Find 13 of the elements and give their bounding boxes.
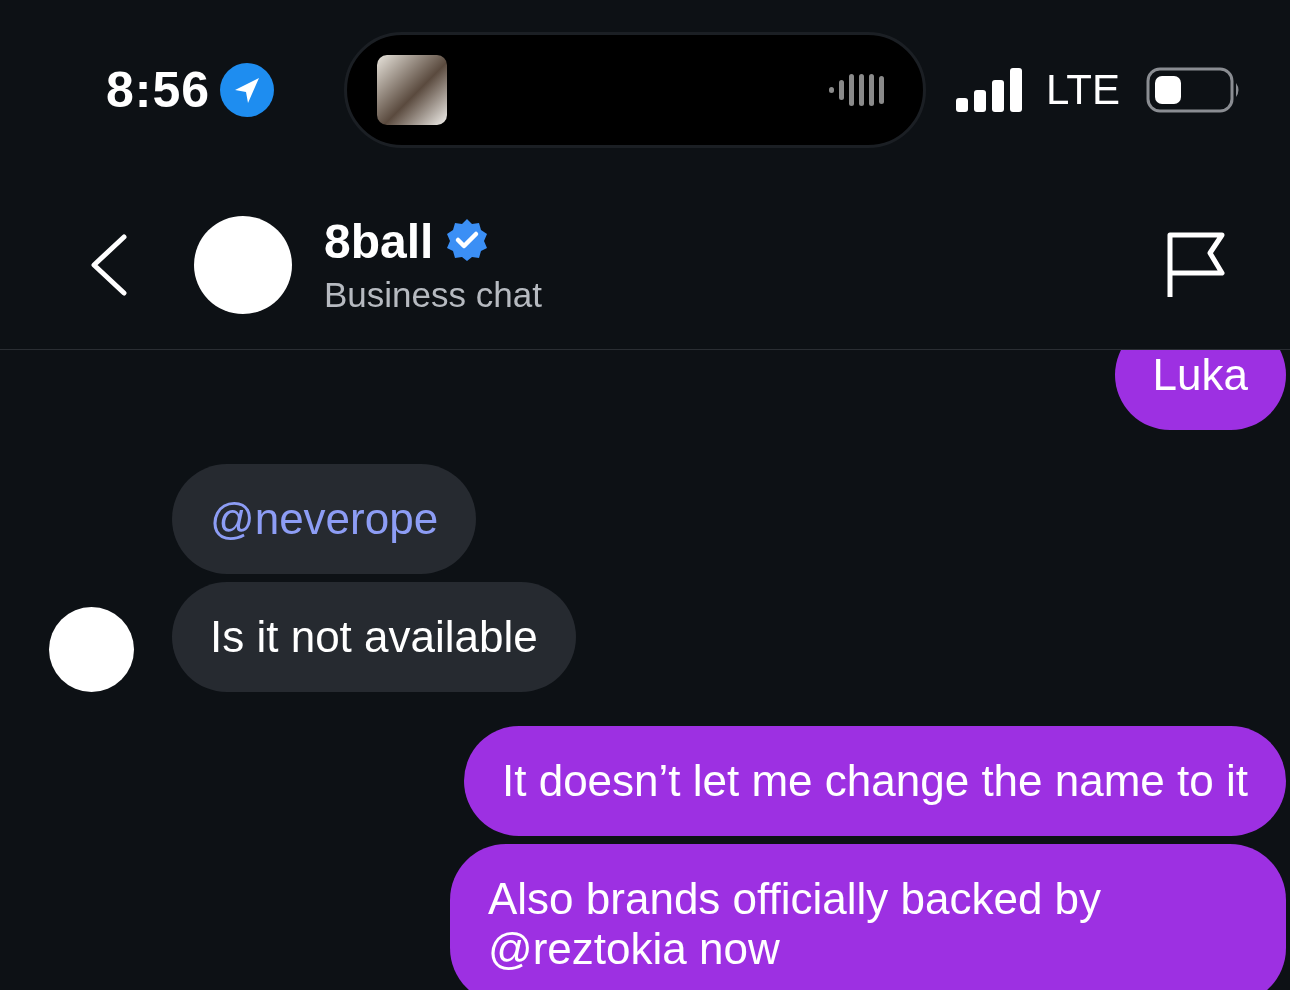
network-label: LTE <box>1046 66 1120 114</box>
message-bubble: Luka <box>1114 350 1286 430</box>
message-bubble: It doesn’t let me change the name to it <box>464 726 1286 836</box>
flag-icon[interactable] <box>1166 230 1226 299</box>
chat-subtitle: Business chat <box>324 275 542 315</box>
signal-icon <box>956 68 1025 112</box>
back-chevron-icon[interactable] <box>88 232 128 297</box>
message-bubble: Also brands officially backed by @reztokia now <box>450 844 1286 990</box>
chat-name: 8ball <box>324 214 434 269</box>
message-bubble: Is it not available <box>172 582 576 692</box>
mention-message-bubble: @neverope <box>172 464 477 574</box>
clock-time: 8:56 <box>106 61 211 119</box>
album-art-placeholder <box>377 55 448 125</box>
